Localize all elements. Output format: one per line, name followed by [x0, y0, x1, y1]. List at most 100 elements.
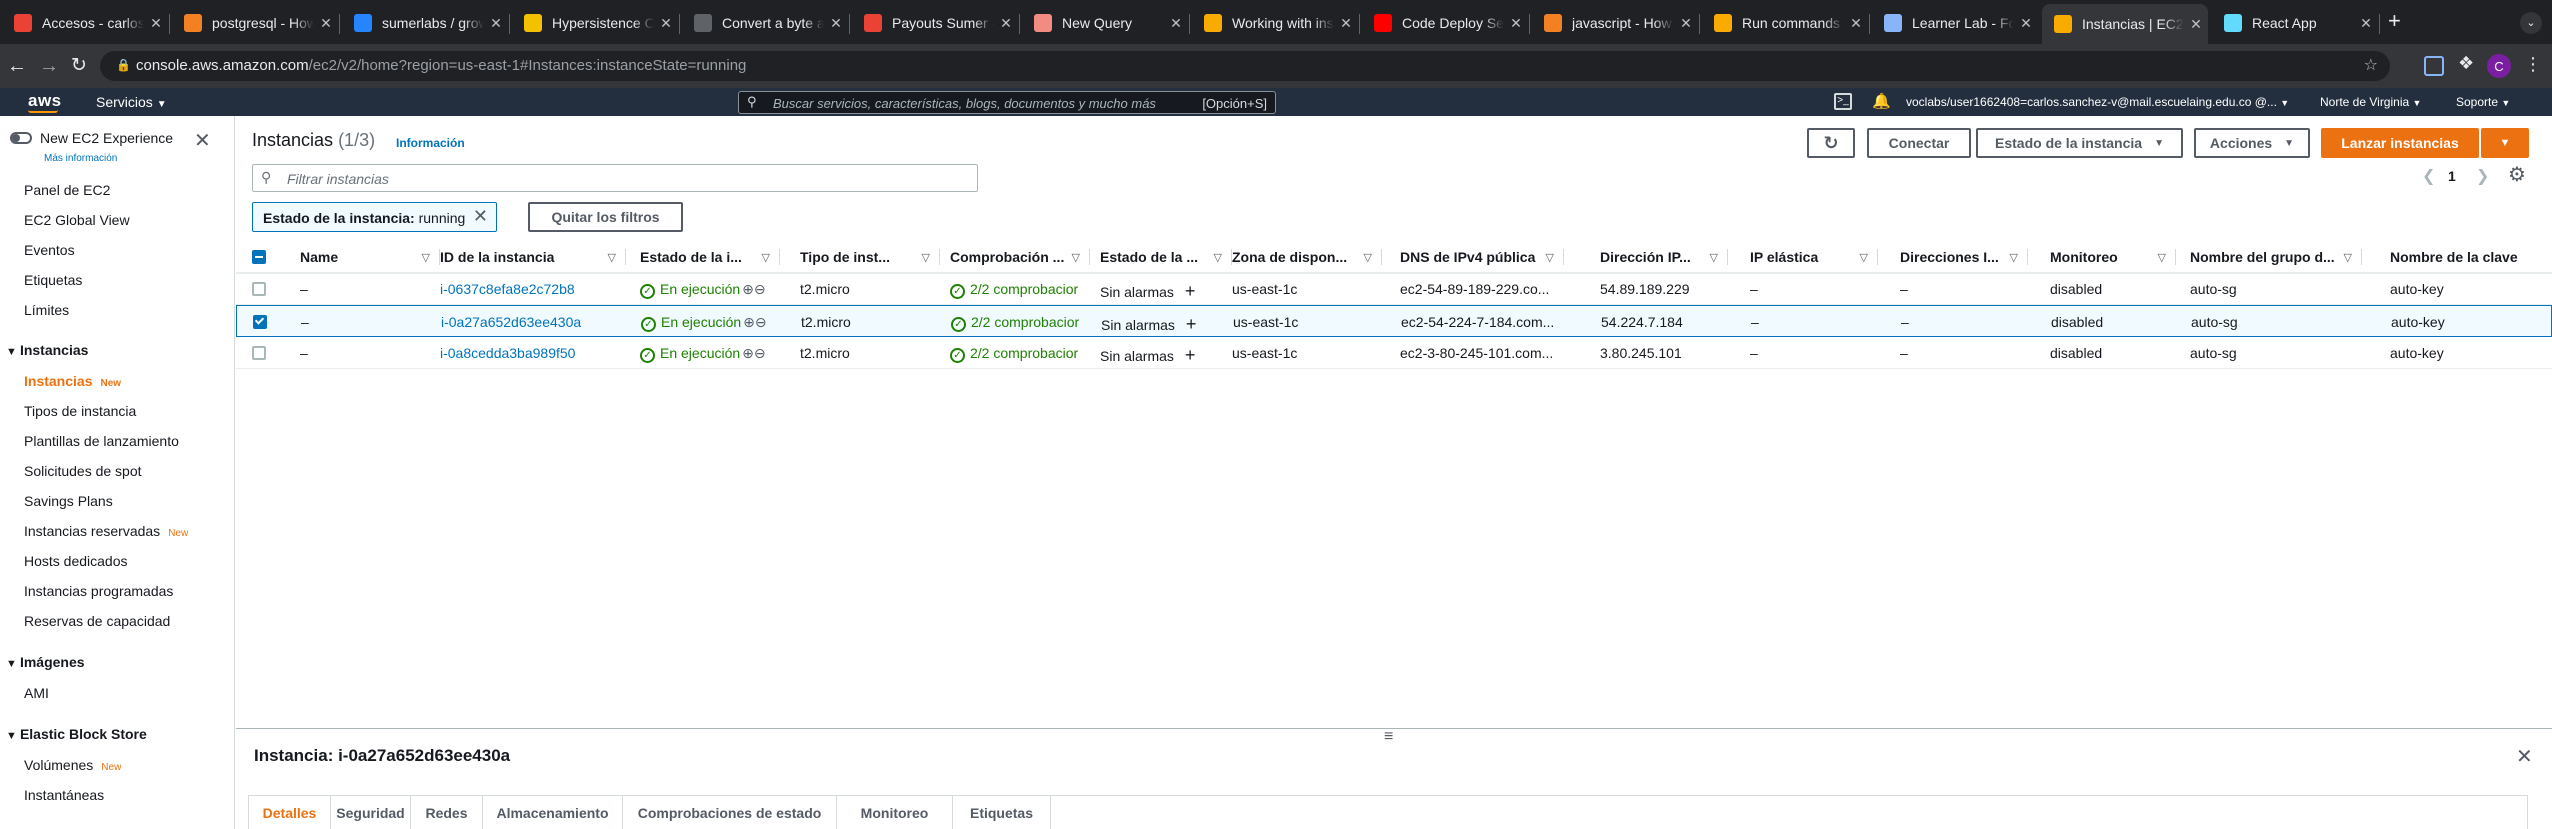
- column-header[interactable]: Nombre de la clave: [2390, 240, 2552, 274]
- sort-icon[interactable]: ▽: [2158, 251, 2166, 264]
- sidebar-item[interactable]: Reservas de capacidad: [24, 613, 170, 629]
- sidebar-item[interactable]: Solicitudes de spot: [24, 463, 142, 479]
- instance-state-button[interactable]: Estado de la instancia ▼: [1976, 128, 2183, 158]
- detail-tab[interactable]: Detalles: [249, 796, 331, 829]
- row-checkbox[interactable]: [252, 282, 266, 296]
- aws-logo[interactable]: aws: [28, 91, 62, 111]
- browser-tab[interactable]: Accesos - carlos@✕: [2, 6, 168, 40]
- zoom-filter-icon[interactable]: ⊕⊖: [742, 345, 765, 361]
- sidebar-item[interactable]: Hosts dedicados: [24, 553, 128, 569]
- cloudshell-icon[interactable]: >_: [1834, 93, 1852, 110]
- instance-id-link[interactable]: i-0a27a652d63ee430a: [441, 314, 623, 330]
- sort-icon[interactable]: ▽: [1214, 251, 1222, 264]
- instance-id-link[interactable]: i-0a8cedda3ba989f50: [440, 345, 622, 361]
- column-header[interactable]: DNS de IPv4 pública ▽: [1400, 240, 1564, 274]
- sort-icon[interactable]: ▽: [608, 251, 616, 264]
- notifications-bell-icon[interactable]: 🔔: [1872, 92, 1891, 110]
- sort-icon[interactable]: ▽: [2010, 251, 2018, 264]
- tab-search-icon[interactable]: ⌄: [2520, 12, 2542, 34]
- close-tab-icon[interactable]: ✕: [144, 15, 168, 32]
- bookmark-star-icon[interactable]: ☆: [2364, 55, 2378, 75]
- sort-icon[interactable]: ▽: [422, 251, 430, 264]
- actions-button[interactable]: Acciones ▼: [2194, 128, 2310, 158]
- sidebar-item[interactable]: Volúmenes New: [24, 757, 121, 773]
- close-detail-icon[interactable]: ✕: [2516, 744, 2533, 769]
- select-all-checkbox[interactable]: [252, 250, 266, 264]
- row-checkbox[interactable]: [252, 346, 266, 360]
- detail-tab[interactable]: Redes: [411, 796, 483, 829]
- detail-tab[interactable]: Almacenamiento: [483, 796, 623, 829]
- column-header[interactable]: Comprobación ... ▽: [950, 240, 1090, 274]
- browser-tab[interactable]: Instancias | EC2 Ma✕: [2042, 4, 2208, 44]
- column-header[interactable]: Name ▽: [300, 240, 440, 274]
- sidebar-item[interactable]: Instancias programadas: [24, 583, 173, 599]
- column-header[interactable]: IP elástica ▽: [1750, 240, 1878, 274]
- prev-page-icon[interactable]: ❮: [2422, 166, 2435, 186]
- browser-tab[interactable]: Hypersistence Opti✕: [512, 6, 678, 40]
- new-tab-icon[interactable]: +: [2388, 8, 2401, 34]
- services-menu[interactable]: Servicios ▼: [96, 94, 167, 110]
- sort-icon[interactable]: ▽: [1710, 251, 1718, 264]
- close-tab-icon[interactable]: ✕: [2014, 15, 2038, 32]
- sidebar-item[interactable]: Savings Plans: [24, 493, 113, 509]
- browser-tab[interactable]: sumerlabs / growth✕: [342, 6, 508, 40]
- chrome-menu-icon[interactable]: ⋮: [2524, 54, 2542, 75]
- sort-icon[interactable]: ▽: [1364, 251, 1372, 264]
- close-tab-icon[interactable]: ✕: [824, 15, 848, 32]
- browser-tab[interactable]: javascript - How to✕: [1532, 6, 1698, 40]
- browser-tab[interactable]: Learner Lab - Foun✕: [1872, 6, 2038, 40]
- browser-tab[interactable]: Run commands on✕: [1702, 6, 1868, 40]
- extension-translate-icon[interactable]: [2424, 56, 2444, 76]
- close-tab-icon[interactable]: ✕: [1164, 15, 1188, 32]
- sidebar-section[interactable]: ▼ Elastic Block Store: [6, 726, 147, 742]
- sidebar-item[interactable]: Eventos: [24, 242, 75, 258]
- column-header[interactable]: ID de la instancia ▽: [440, 240, 626, 274]
- zoom-filter-icon[interactable]: ⊕⊖: [743, 314, 766, 330]
- browser-tab[interactable]: postgresql - How to✕: [172, 6, 338, 40]
- sort-icon[interactable]: ▽: [1072, 251, 1080, 264]
- column-header[interactable]: Estado de la ... ▽: [1100, 240, 1232, 274]
- close-icon[interactable]: ✕: [194, 131, 211, 151]
- settings-gear-icon[interactable]: ⚙: [2508, 162, 2526, 187]
- page-number[interactable]: 1: [2448, 168, 2456, 184]
- add-alarm-icon[interactable]: +: [1180, 345, 1196, 365]
- column-header[interactable]: Dirección IP... ▽: [1600, 240, 1728, 274]
- forward-icon[interactable]: →: [36, 54, 62, 78]
- zoom-filter-icon[interactable]: ⊕⊖: [742, 281, 765, 297]
- extensions-puzzle-icon[interactable]: ❖: [2458, 53, 2474, 74]
- close-tab-icon[interactable]: ✕: [314, 15, 338, 32]
- sidebar-item[interactable]: AMI: [24, 685, 49, 701]
- close-tab-icon[interactable]: ✕: [654, 15, 678, 32]
- launch-instances-button[interactable]: Lanzar instancias: [2321, 128, 2479, 158]
- sidebar-item[interactable]: EC2 Global View: [24, 212, 130, 228]
- column-header[interactable]: Zona de dispon... ▽: [1232, 240, 1382, 274]
- close-tab-icon[interactable]: ✕: [994, 15, 1018, 32]
- table-row[interactable]: – i-0a27a652d63ee430a ✓ En ejecución ⊕⊖ t2.mi…: [236, 305, 2552, 337]
- back-icon[interactable]: ←: [4, 54, 30, 78]
- sidebar-item[interactable]: Etiquetas: [24, 272, 82, 288]
- column-header[interactable]: Tipo de inst... ▽: [800, 240, 940, 274]
- close-tab-icon[interactable]: ✕: [1504, 15, 1528, 32]
- remove-filter-icon[interactable]: ✕: [473, 206, 488, 227]
- launch-dropdown-button[interactable]: ▼: [2481, 128, 2529, 158]
- browser-tab[interactable]: Payouts Sumer - 20✕: [852, 6, 1018, 40]
- sidebar-item[interactable]: Instancias New: [24, 373, 121, 389]
- refresh-button[interactable]: ↻: [1807, 128, 1855, 158]
- column-header[interactable]: Estado de la i... ▽: [640, 240, 780, 274]
- sort-icon[interactable]: ▽: [1546, 251, 1554, 264]
- close-tab-icon[interactable]: ✕: [1334, 15, 1358, 32]
- new-experience-toggle[interactable]: [10, 132, 32, 144]
- support-menu[interactable]: Soporte ▼: [2456, 95, 2510, 109]
- drag-handle-icon[interactable]: ≡: [1384, 728, 1393, 746]
- url-bar[interactable]: 🔒 console.aws.amazon.com/ec2/v2/home?reg…: [100, 51, 2390, 81]
- clear-filters-button[interactable]: Quitar los filtros: [528, 202, 683, 232]
- close-tab-icon[interactable]: ✕: [2184, 16, 2208, 33]
- browser-tab[interactable]: Working with instan✕: [1192, 6, 1358, 40]
- sidebar-item[interactable]: Instancias reservadas New: [24, 523, 188, 539]
- sort-icon[interactable]: ▽: [1860, 251, 1868, 264]
- row-checkbox[interactable]: [253, 315, 267, 329]
- browser-tab[interactable]: New Query ✕: [1022, 6, 1188, 40]
- region-menu[interactable]: Norte de Virginia ▼: [2320, 95, 2421, 109]
- browser-tab[interactable]: Code Deploy Setup✕: [1362, 6, 1528, 40]
- detail-tab[interactable]: Etiquetas: [953, 796, 1051, 829]
